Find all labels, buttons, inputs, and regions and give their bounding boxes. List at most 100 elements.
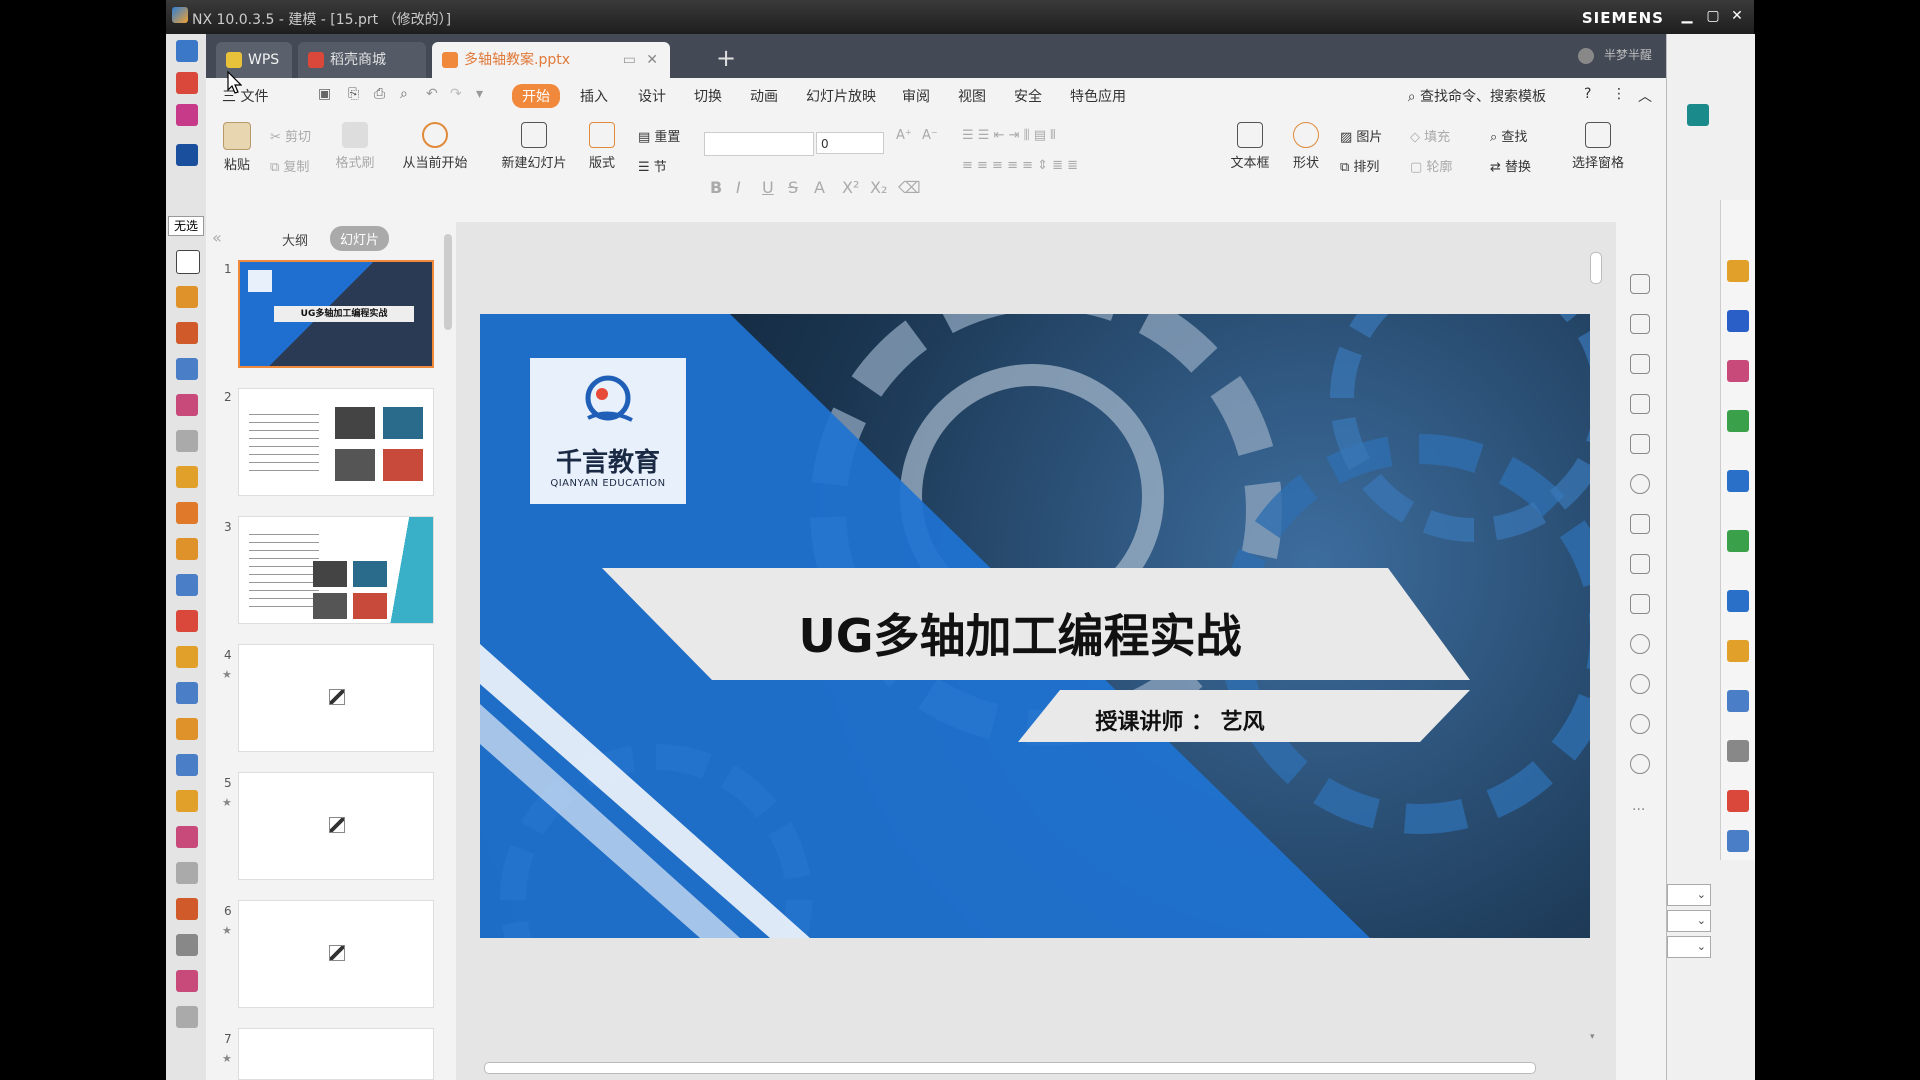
- nx-line-icon[interactable]: [176, 104, 198, 126]
- reset-button[interactable]: ▤ 重置: [638, 126, 680, 145]
- maximize-icon[interactable]: ▢: [1702, 6, 1724, 26]
- undo-icon[interactable]: ↶: [426, 86, 438, 102]
- nx-tool-icon[interactable]: [176, 40, 198, 62]
- collapse-ribbon-icon[interactable]: ︿: [1638, 86, 1652, 106]
- nx-resource-icon[interactable]: [1727, 530, 1749, 552]
- nx-tool-icon[interactable]: [176, 898, 198, 920]
- copy-button[interactable]: ⧉ 复制: [270, 156, 309, 175]
- clock-icon[interactable]: [1727, 590, 1749, 612]
- section-button[interactable]: ☰ 节: [638, 156, 667, 175]
- pane-scrollbar[interactable]: [444, 234, 452, 330]
- nx-cylinder-icon[interactable]: [176, 322, 198, 344]
- download-icon[interactable]: [1630, 674, 1650, 694]
- menu-transition[interactable]: 切换: [694, 86, 722, 106]
- menu-security[interactable]: 安全: [1014, 86, 1042, 106]
- menu-review[interactable]: 审阅: [902, 86, 930, 106]
- menu-view[interactable]: 视图: [958, 86, 986, 106]
- scroll-down-icon[interactable]: ▾: [1590, 1032, 1595, 1042]
- underline-icon[interactable]: U: [762, 178, 774, 197]
- screen-icon[interactable]: ▭: [623, 42, 636, 78]
- slide-thumbnail-1[interactable]: UG多轴加工编程实战: [238, 260, 434, 368]
- slide-subtitle[interactable]: 授课讲师 ： 艺风: [1050, 704, 1310, 736]
- nx-dropdown[interactable]: ⌄: [1667, 936, 1711, 958]
- superscript-icon[interactable]: X²: [842, 178, 859, 197]
- slide-thumbnail-4[interactable]: [238, 644, 434, 752]
- nx-tool-icon[interactable]: [176, 718, 198, 740]
- nx-resource-icon[interactable]: [1687, 104, 1709, 126]
- italic-icon[interactable]: I: [736, 178, 741, 197]
- tab-outline[interactable]: 大纲: [282, 230, 308, 249]
- avatar[interactable]: [1578, 47, 1595, 64]
- collapse-pane-icon[interactable]: «: [212, 228, 222, 247]
- nx-resource-icon[interactable]: [1727, 260, 1749, 282]
- nx-tool-icon[interactable]: [176, 72, 198, 94]
- canvas-horizontal-scrollbar[interactable]: [472, 1060, 1582, 1074]
- copy-icon[interactable]: [1630, 314, 1650, 334]
- nx-rect-icon[interactable]: [176, 250, 200, 274]
- nx-tool-icon[interactable]: [176, 826, 198, 848]
- nx-tool-icon[interactable]: [176, 574, 198, 596]
- nx-pattern-icon[interactable]: [176, 538, 198, 560]
- nx-tool-icon[interactable]: [176, 466, 198, 488]
- nx-tool-icon[interactable]: [176, 430, 198, 452]
- bold-icon[interactable]: B: [710, 178, 722, 197]
- find-button[interactable]: ⌕ 查找: [1490, 126, 1527, 145]
- layout-button[interactable]: 版式: [580, 122, 624, 171]
- add-tab-button[interactable]: +: [716, 44, 736, 72]
- more-icon[interactable]: ⋮: [1612, 86, 1626, 102]
- menu-design[interactable]: 设计: [638, 86, 666, 106]
- format-painter-button[interactable]: 格式刷: [330, 122, 380, 171]
- menu-insert[interactable]: 插入: [580, 86, 608, 106]
- nx-tool-icon[interactable]: [176, 970, 198, 992]
- tab-docer-store[interactable]: 稻壳商城: [298, 42, 426, 78]
- history-icon[interactable]: [1630, 714, 1650, 734]
- font-size-select[interactable]: 0: [816, 132, 884, 154]
- grow-font-icon[interactable]: A⁺: [896, 128, 912, 143]
- pin-icon[interactable]: [1630, 274, 1650, 294]
- selection-pane-button[interactable]: 选择窗格: [1568, 122, 1628, 171]
- nx-resource-icon[interactable]: [1727, 470, 1749, 492]
- nx-resource-icon[interactable]: [1727, 690, 1749, 712]
- canvas-vertical-scrollbar[interactable]: ▾: [1588, 232, 1602, 1072]
- share-icon[interactable]: [1630, 554, 1650, 574]
- nx-tool-icon[interactable]: [176, 646, 198, 668]
- export-icon[interactable]: ⎘: [348, 86, 359, 102]
- nx-tool-icon[interactable]: [176, 144, 198, 166]
- nx-tool-icon[interactable]: [176, 682, 198, 704]
- close-tab-icon[interactable]: ✕: [646, 42, 658, 78]
- command-search[interactable]: ⌕ 查找命令、搜索模板: [1408, 86, 1546, 106]
- menu-slideshow[interactable]: 幻灯片放映: [806, 86, 876, 106]
- nx-tool-icon[interactable]: [176, 862, 198, 884]
- save-icon[interactable]: ▣: [318, 86, 331, 102]
- cut-button[interactable]: ✂ 剪切: [270, 126, 311, 145]
- eraser-icon[interactable]: ⌫: [898, 178, 921, 197]
- font-name-select[interactable]: [704, 132, 814, 156]
- nx-resource-icon[interactable]: [1727, 310, 1749, 332]
- nx-resource-icon[interactable]: [1727, 410, 1749, 432]
- customize-icon[interactable]: ▾: [476, 86, 483, 102]
- gallery-icon[interactable]: [1630, 434, 1650, 454]
- nx-selection-filter[interactable]: 无选: [168, 216, 204, 236]
- shrink-font-icon[interactable]: A⁻: [922, 128, 938, 143]
- nx-block-icon[interactable]: [176, 286, 198, 308]
- settings-icon[interactable]: [1630, 394, 1650, 414]
- play-from-current-button[interactable]: 从当前开始: [390, 122, 480, 171]
- menu-start[interactable]: 开始: [512, 84, 560, 108]
- align-icon[interactable]: ≡ ≡ ≡ ≡ ≡ ⇕ ≣ ≣: [962, 158, 1078, 173]
- slide-thumbnail-6[interactable]: [238, 900, 434, 1008]
- slide-thumbnail-3[interactable]: [238, 516, 434, 624]
- user-area[interactable]: 半梦半醒: [1578, 46, 1652, 64]
- more-icon[interactable]: ···: [1632, 802, 1645, 818]
- minimize-icon[interactable]: ▁: [1676, 6, 1698, 26]
- scroll-thumb[interactable]: [484, 1062, 1536, 1074]
- nx-resource-icon[interactable]: [1727, 360, 1749, 382]
- strikethrough-icon[interactable]: S: [788, 178, 798, 197]
- nx-resource-icon[interactable]: [1727, 830, 1749, 852]
- print-icon[interactable]: ⎙: [374, 86, 385, 102]
- redo-icon[interactable]: ↷: [450, 86, 462, 102]
- slide-title[interactable]: UG多轴加工编程实战: [700, 600, 1340, 666]
- nx-tool-icon[interactable]: [176, 1006, 198, 1028]
- slide-1[interactable]: 千言教育 QIANYAN EDUCATION UG多轴加工编程实战 授课讲师 ：…: [480, 314, 1590, 938]
- font-color-icon[interactable]: A: [814, 178, 825, 197]
- paste-button[interactable]: 粘贴: [212, 122, 262, 173]
